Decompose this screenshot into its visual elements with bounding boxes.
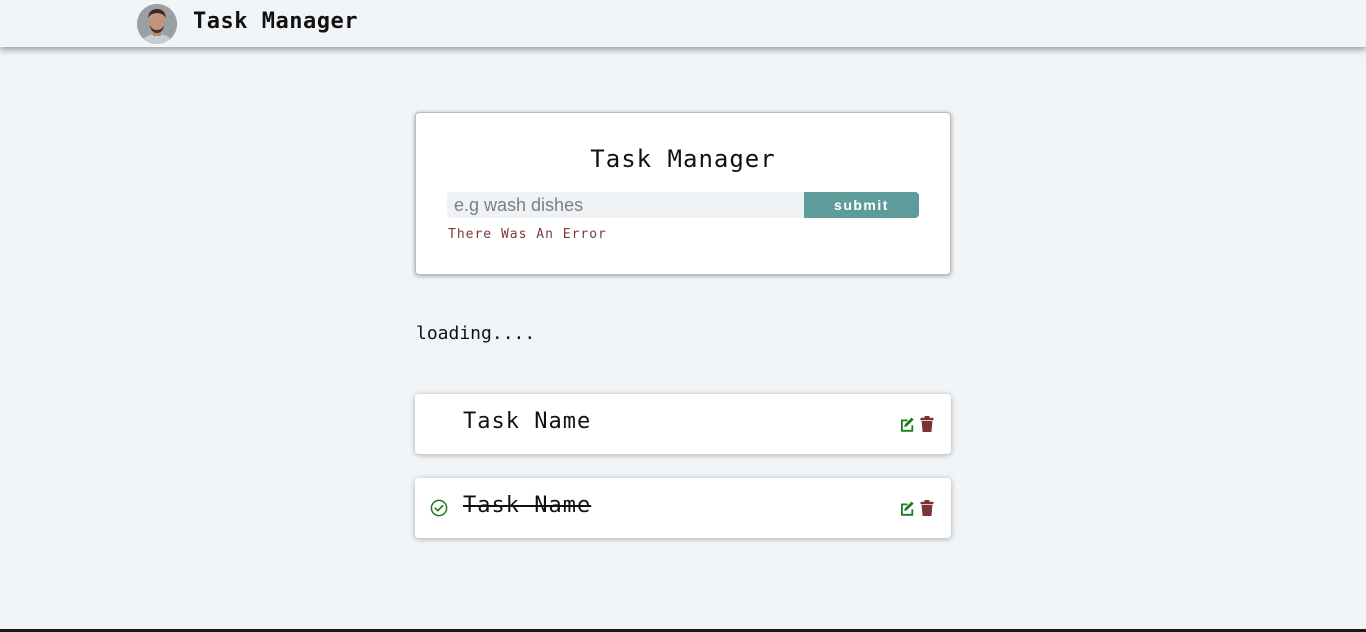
delete-button[interactable] [920, 416, 934, 432]
navbar: Task Manager [0, 0, 1366, 47]
task-input[interactable] [447, 192, 804, 218]
form-alert: There Was An Error [448, 227, 607, 242]
task-form: Task Manager submit There Was An Error [415, 112, 951, 275]
trash-icon [920, 500, 934, 516]
form-title: Task Manager [590, 145, 776, 173]
edit-icon [901, 501, 914, 516]
avatar-photo [137, 4, 177, 44]
task-name: Task Name [463, 409, 592, 434]
edit-button[interactable] [899, 500, 915, 516]
check-circle-icon [430, 499, 448, 517]
delete-button[interactable] [920, 500, 934, 516]
avatar [137, 4, 177, 44]
task-name: Task Name [463, 493, 592, 518]
edit-button[interactable] [899, 416, 915, 432]
app-title: Task Manager [193, 9, 358, 34]
task-item: Task Name [415, 478, 951, 538]
loading-text: loading.... [416, 323, 536, 344]
task-item: Task Name [415, 394, 951, 454]
submit-button[interactable]: submit [804, 192, 919, 218]
edit-icon [901, 417, 914, 432]
trash-icon [920, 416, 934, 432]
